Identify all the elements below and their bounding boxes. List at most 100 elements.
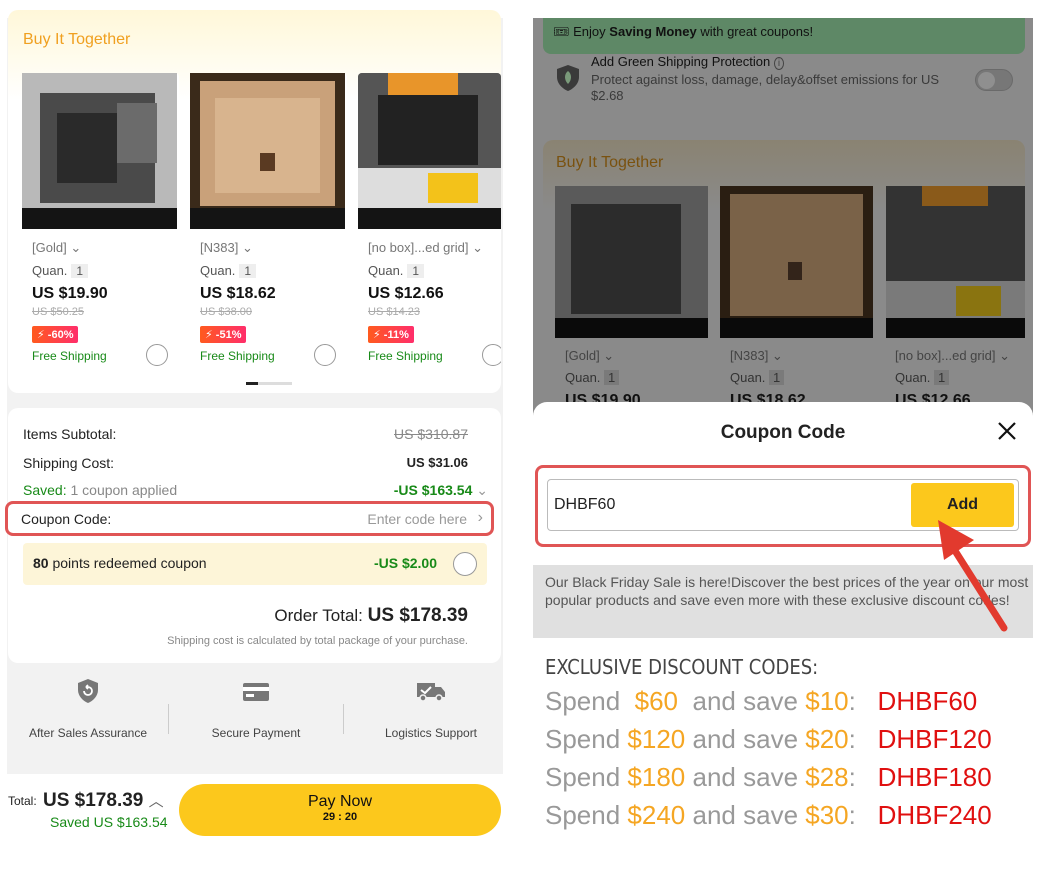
chevron-down-icon: ⌄ (472, 240, 483, 255)
discount-code[interactable]: DHBF240 (878, 800, 992, 830)
chevron-down-icon: ⌄ (241, 240, 253, 255)
product-option-3[interactable]: [no box]...ed grid] ⌄ (368, 240, 483, 256)
select-product-radio-2[interactable] (314, 344, 336, 366)
product-image-1[interactable] (22, 73, 177, 229)
shipping-cost-label: Shipping Cost: (23, 455, 115, 471)
bg-product-qty-1: Quan. 1 (565, 370, 620, 385)
points-coupon-radio[interactable] (453, 552, 477, 576)
footer-total-value[interactable]: US $178.39 ︿ (43, 790, 164, 812)
codes-heading: EXCLUSIVE DISCOUNT CODES: (545, 655, 819, 679)
chevron-down-icon: ⌄ (476, 482, 488, 498)
bg-product-image-3 (886, 186, 1025, 338)
footer-saved-text: Saved US $163.54 (50, 814, 168, 830)
credit-card-icon (242, 678, 270, 704)
product-image-2[interactable] (190, 73, 345, 229)
shield-return-icon (75, 678, 101, 704)
shipping-cost-value: US $31.06 (406, 455, 468, 470)
lightning-icon: ⚡ (205, 329, 213, 341)
items-subtotal-value: US $310.87 (394, 426, 468, 442)
chevron-up-icon: ︿ (148, 793, 164, 810)
lightning-icon: ⚡ (37, 329, 45, 341)
carousel-indicator (246, 382, 292, 385)
points-coupon-value: -US $2.00 (373, 555, 437, 571)
arrow-pointer-icon (934, 518, 1014, 634)
product-price-2: US $18.62 (200, 285, 276, 302)
discount-badge-1: ⚡ -60% (32, 326, 79, 343)
saved-row[interactable]: Saved: 1 coupon applied (23, 482, 177, 498)
feature-secure-payment[interactable]: Secure Payment (176, 678, 336, 740)
product-qty-1: Quan. 1 (32, 263, 89, 278)
coupon-code-label: Coupon Code: (21, 511, 112, 527)
green-shield-icon (555, 64, 581, 92)
divider (168, 704, 169, 734)
code-row-2: Spend $120 and save $20: DHBF120 (545, 724, 992, 754)
discount-code[interactable]: DHBF120 (878, 724, 992, 754)
shipping-note: Shipping cost is calculated by total pac… (167, 635, 468, 647)
discount-badge-2: ⚡ -51% (200, 326, 247, 343)
product-price-1: US $19.90 (32, 285, 108, 302)
code-row-4: Spend $240 and save $30: DHBF240 (545, 800, 992, 830)
green-shipping-desc: Protect against loss, damage, delay&offs… (591, 72, 940, 103)
product-option-2[interactable]: [N383] ⌄ (200, 240, 253, 256)
ticket-icon: 🎟 (553, 24, 570, 39)
select-product-radio-1[interactable] (146, 344, 168, 366)
green-shipping-toggle[interactable] (975, 69, 1013, 91)
bg-product-option-2: [N383] ⌄ (730, 348, 783, 363)
green-shipping-row: Add Green Shipping Protection i Protect … (543, 54, 1025, 112)
coupon-input-value[interactable]: DHBF60 (554, 496, 615, 514)
code-row-1: Spend $60 and save $10: DHBF60 (545, 686, 978, 716)
product-old-price-2: US $38.00 (200, 306, 252, 318)
bg-buy-it-together-title: Buy It Together (556, 154, 664, 171)
service-features: After Sales Assurance Secure Payment Log… (8, 678, 501, 758)
discount-badge-3: ⚡ -11% (368, 326, 414, 343)
bg-product-qty-2: Quan. 1 (730, 370, 785, 385)
bg-product-image-2 (720, 186, 873, 338)
product-card-3[interactable]: [no box]...ed grid] ⌄ Quan. 1 US $12.66 U… (358, 73, 501, 373)
modal-title: Coupon Code (720, 422, 846, 443)
coupon-code-placeholder[interactable]: Enter code here (367, 511, 467, 527)
free-shipping-3: Free Shipping (368, 349, 443, 363)
order-total: Order Total: US $178.39 (274, 605, 468, 626)
code-row-3: Spend $180 and save $28: DHBF180 (545, 762, 992, 792)
product-qty-3: Quan. 1 (368, 263, 425, 278)
lightning-icon: ⚡ (373, 329, 381, 341)
info-icon: i (773, 57, 785, 70)
product-price-3: US $12.66 (368, 285, 444, 302)
points-coupon-row[interactable]: 80 points redeemed coupon -US $2.00 (23, 543, 487, 585)
chevron-down-icon: ⌄ (70, 240, 82, 255)
pay-now-button[interactable]: Pay Now 29 : 20 (179, 784, 501, 836)
green-shipping-title: Add Green Shipping Protection (591, 54, 771, 69)
codes-list: Spend $60 and save $10: DHBF60 Spend $12… (545, 686, 1015, 838)
free-shipping-1: Free Shipping (32, 349, 107, 363)
coupon-banner: 🎟 Enjoy Saving Money with great coupons! (543, 18, 1025, 54)
bg-product-qty-3: Quan. 1 (895, 370, 950, 385)
product-option-1[interactable]: [Gold] ⌄ (32, 240, 81, 256)
saved-value[interactable]: -US $163.54 ⌄ (394, 482, 488, 499)
buy-it-together-card: Buy It Together [Gold] ⌄ Quan. 1 US $19.9… (8, 10, 501, 393)
total-label: Total: (8, 794, 37, 808)
bg-buy-it-together: Buy It Together [Gold] ⌄ [N383] ⌄ [no bo… (543, 140, 1025, 420)
chevron-right-icon: › (477, 509, 483, 526)
feature-logistics[interactable]: Logistics Support (351, 678, 511, 740)
bg-product-option-1: [Gold] ⌄ (565, 348, 615, 363)
bg-product-option-3: [no box]...ed grid] ⌄ (895, 348, 1010, 363)
points-coupon-text: 80 points redeemed coupon (33, 555, 207, 571)
product-card-1[interactable]: [Gold] ⌄ Quan. 1 US $19.90 US $50.25 ⚡ -6… (22, 73, 179, 373)
discount-code[interactable]: DHBF60 (878, 686, 978, 716)
free-shipping-2: Free Shipping (200, 349, 275, 363)
product-qty-2: Quan. 1 (200, 263, 257, 278)
order-summary-card: Items Subtotal: US $310.87 Shipping Cost… (5, 408, 501, 663)
product-card-2[interactable]: [N383] ⌄ Quan. 1 US $18.62 US $38.00 ⚡ -5… (190, 73, 347, 373)
select-product-radio-3[interactable] (482, 344, 501, 366)
discount-code[interactable]: DHBF180 (878, 762, 992, 792)
items-subtotal-label: Items Subtotal: (23, 426, 117, 442)
product-old-price-1: US $50.25 (32, 306, 84, 318)
close-icon[interactable] (995, 419, 1019, 443)
divider (343, 704, 344, 734)
coupon-code-row[interactable]: Coupon Code: Enter code here › (5, 501, 494, 536)
feature-after-sales[interactable]: After Sales Assurance (8, 678, 168, 740)
buy-it-together-title: Buy It Together (23, 31, 131, 48)
product-image-3[interactable] (358, 73, 501, 229)
truck-icon (416, 678, 446, 704)
product-old-price-3: US $14.23 (368, 306, 420, 318)
